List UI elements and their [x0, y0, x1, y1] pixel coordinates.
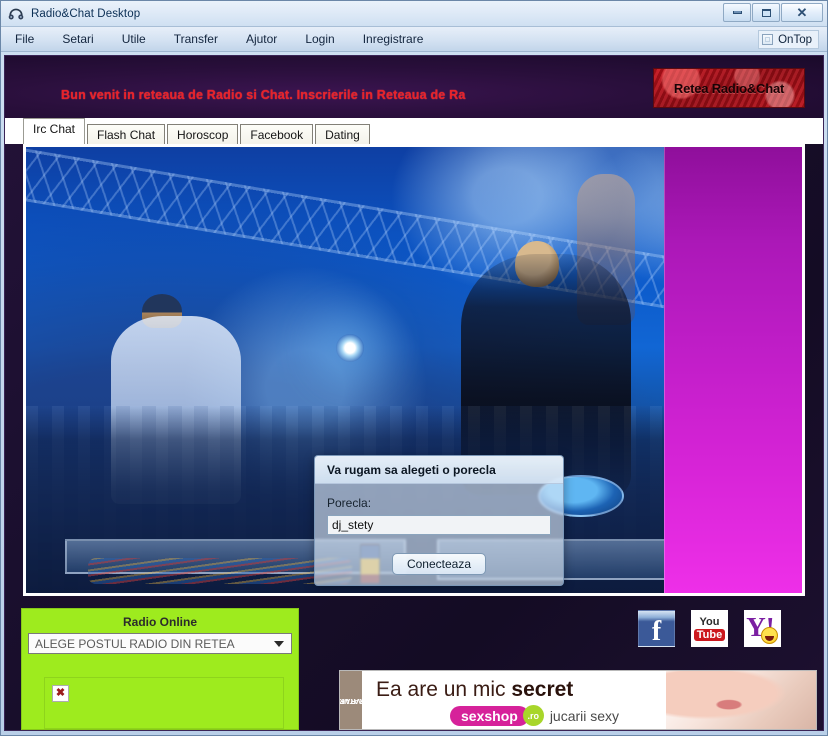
tab-strip: Irc Chat Flash Chat Horoscop Facebook Da… [23, 118, 823, 147]
brand-logo-text: Retea Radio&Chat [673, 80, 785, 96]
radio-station-select-value: ALEGE POSTUL RADIO DIN RETEA [35, 636, 235, 651]
youtube-glyph-you: You [699, 615, 720, 628]
application-window: Radio&Chat Desktop ✕ File Setari Utile T… [0, 0, 828, 736]
radio-station-select[interactable]: ALEGE POSTUL RADIO DIN RETEA [28, 633, 292, 654]
menu-item-utile[interactable]: Utile [122, 32, 146, 46]
close-button[interactable]: ✕ [781, 3, 823, 22]
radio-online-title: Radio Online [122, 615, 197, 629]
menu-item-ajutor[interactable]: Ajutor [246, 32, 277, 46]
maximize-button[interactable] [752, 3, 780, 22]
marquee-text: Bun venit in reteaua de Radio si Chat. I… [61, 88, 466, 102]
tab-strip-container: Irc Chat Flash Chat Horoscop Facebook Da… [5, 118, 823, 147]
headphones-icon [8, 6, 24, 22]
app-content: Bun venit in reteaua de Radio si Chat. I… [4, 55, 824, 731]
facebook-icon[interactable]: f [638, 610, 675, 647]
ontop-checkbox[interactable] [762, 34, 774, 45]
chat-stage: Va rugam sa alegeti o porecla Porecla: C… [23, 144, 805, 596]
youtube-glyph-tube: Tube [693, 628, 726, 641]
smiley-icon [761, 627, 778, 644]
menu-item-file[interactable]: File [15, 32, 34, 46]
menu-item-inregistrare[interactable]: Inregistrare [363, 32, 424, 46]
chat-side-panel [664, 147, 802, 593]
radio-online-panel: Radio Online ALEGE POSTUL RADIO DIN RETE… [21, 608, 299, 730]
minimize-icon [732, 11, 742, 14]
nickname-dialog-body: Porecla: Conecteaza [315, 484, 563, 585]
minimize-button[interactable] [723, 3, 751, 22]
stage-spotlight-decor [336, 334, 365, 363]
broken-image-icon: ✖ [52, 685, 69, 702]
ad-tagline: jucarii sexy [549, 707, 620, 724]
nickname-dialog-actions: Conecteaza [327, 553, 551, 575]
yahoo-messenger-icon[interactable]: Y! [744, 610, 781, 647]
chevron-down-icon [274, 640, 284, 647]
ad-brand: sexshop [450, 705, 529, 726]
bottom-bar: Radio Online ALEGE POSTUL RADIO DIN RETE… [5, 602, 823, 730]
ad-headline-plain: Ea are un mic [376, 678, 512, 701]
nickname-input[interactable] [327, 515, 551, 535]
window-title: Radio&Chat Desktop [31, 7, 141, 20]
banner: Bun venit in reteaua de Radio si Chat. I… [5, 56, 823, 118]
nickname-dialog-title: Va rugam sa alegeti o porecla [327, 462, 496, 477]
close-icon: ✕ [796, 5, 808, 20]
title-bar: Radio&Chat Desktop ✕ [1, 1, 827, 27]
ad-banner[interactable]: LIVRARE GRATUITA Ea are un mic secret se… [339, 670, 817, 730]
nickname-dialog: Va rugam sa alegeti o porecla Porecla: C… [314, 455, 564, 586]
window-controls: ✕ [723, 3, 823, 22]
tab-irc-chat[interactable]: Irc Chat [23, 118, 86, 144]
ad-side-strip: LIVRARE GRATUITA [340, 671, 370, 729]
ad-headline-bold: secret [511, 678, 574, 701]
menu-item-setari[interactable]: Setari [62, 32, 93, 46]
social-links: f You Tube Y! [638, 610, 781, 647]
maximize-icon [761, 8, 771, 17]
ad-tld: .ro [522, 705, 544, 726]
youtube-icon[interactable]: You Tube [691, 610, 728, 647]
ontop-label: OnTop [778, 33, 812, 46]
menu-item-login[interactable]: Login [305, 32, 334, 46]
connect-button[interactable]: Conecteaza [391, 553, 487, 575]
menu-bar: File Setari Utile Transfer Ajutor Login … [1, 27, 827, 52]
nickname-field-label: Porecla: [327, 496, 372, 510]
facebook-glyph: f [651, 615, 662, 647]
nickname-dialog-header: Va rugam sa alegeti o porecla [315, 456, 563, 484]
ontop-toggle[interactable]: OnTop [758, 30, 819, 49]
menu-item-transfer[interactable]: Transfer [174, 32, 218, 46]
ad-model-photo [666, 671, 816, 729]
brand-logo: Retea Radio&Chat [653, 68, 805, 108]
ad-content: Ea are un mic secret sexshop .ro jucarii… [362, 671, 816, 729]
cables-decor [88, 558, 352, 585]
radio-player-box: ✖ [44, 677, 284, 729]
